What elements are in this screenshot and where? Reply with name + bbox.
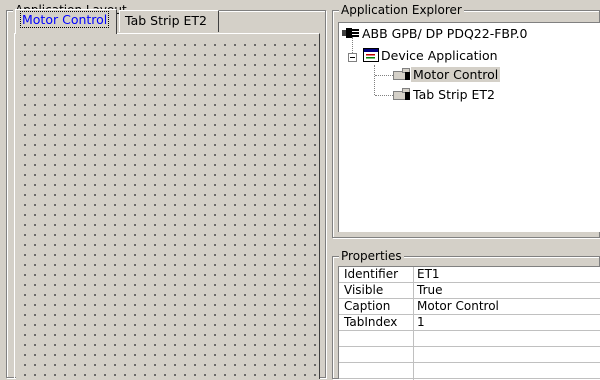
tab-page-icon xyxy=(393,88,410,100)
property-row-empty[interactable] xyxy=(339,347,600,363)
property-row-empty[interactable] xyxy=(339,331,600,347)
design-surface-grid[interactable] xyxy=(16,36,319,379)
application-window-icon xyxy=(363,48,379,62)
tab-tab-strip-et2-label: Tab Strip ET2 xyxy=(125,13,207,28)
property-name: Caption xyxy=(344,299,391,313)
property-row[interactable]: Visible True xyxy=(339,283,600,299)
property-name: Identifier xyxy=(344,267,399,281)
properties-title: Properties xyxy=(339,249,404,263)
tab-page-icon xyxy=(393,68,410,80)
property-value[interactable]: Motor Control xyxy=(417,299,499,314)
tree-node-tab-strip-et2-label: Tab Strip ET2 xyxy=(413,87,495,102)
tree-connector xyxy=(374,65,375,95)
property-name: TabIndex xyxy=(344,315,398,329)
property-value[interactable]: ET1 xyxy=(417,267,440,282)
property-row-empty[interactable] xyxy=(339,363,600,379)
property-row[interactable]: Caption Motor Control xyxy=(339,299,600,315)
tree-connector xyxy=(375,75,393,76)
tab-tab-strip-et2[interactable]: Tab Strip ET2 xyxy=(119,10,219,32)
collapse-toggle-icon[interactable] xyxy=(348,53,357,62)
tab-motor-control-label: Motor Control xyxy=(19,11,110,28)
tree-node-device-label: ABB GPB/ DP PDQ22-FBP.0 xyxy=(362,26,528,41)
tree-node-motor-control-label: Motor Control xyxy=(411,67,501,82)
property-row[interactable]: TabIndex 1 xyxy=(339,315,600,331)
tree-node-device[interactable]: ABB GPB/ DP PDQ22-FBP.0 xyxy=(342,26,530,42)
tree-node-device-application[interactable]: Device Application xyxy=(363,48,500,64)
property-value[interactable]: 1 xyxy=(417,315,425,330)
properties-grid[interactable]: Identifier ET1 Visible True Caption Moto… xyxy=(338,266,600,380)
network-device-icon xyxy=(342,28,359,38)
tree-node-tab-strip-et2[interactable]: Tab Strip ET2 xyxy=(393,87,497,103)
property-value[interactable]: True xyxy=(417,283,443,298)
property-row[interactable]: Identifier ET1 xyxy=(339,267,600,283)
tree-connector xyxy=(375,95,393,96)
property-name: Visible xyxy=(344,283,384,297)
tab-motor-control[interactable]: Motor Control xyxy=(15,9,117,34)
explorer-tree[interactable]: ABB GPB/ DP PDQ22-FBP.0 Device Applicati… xyxy=(338,22,600,232)
application-explorer-title: Application Explorer xyxy=(339,3,464,17)
tree-node-motor-control[interactable]: Motor Control xyxy=(393,67,501,83)
tree-node-device-application-label: Device Application xyxy=(381,48,498,63)
